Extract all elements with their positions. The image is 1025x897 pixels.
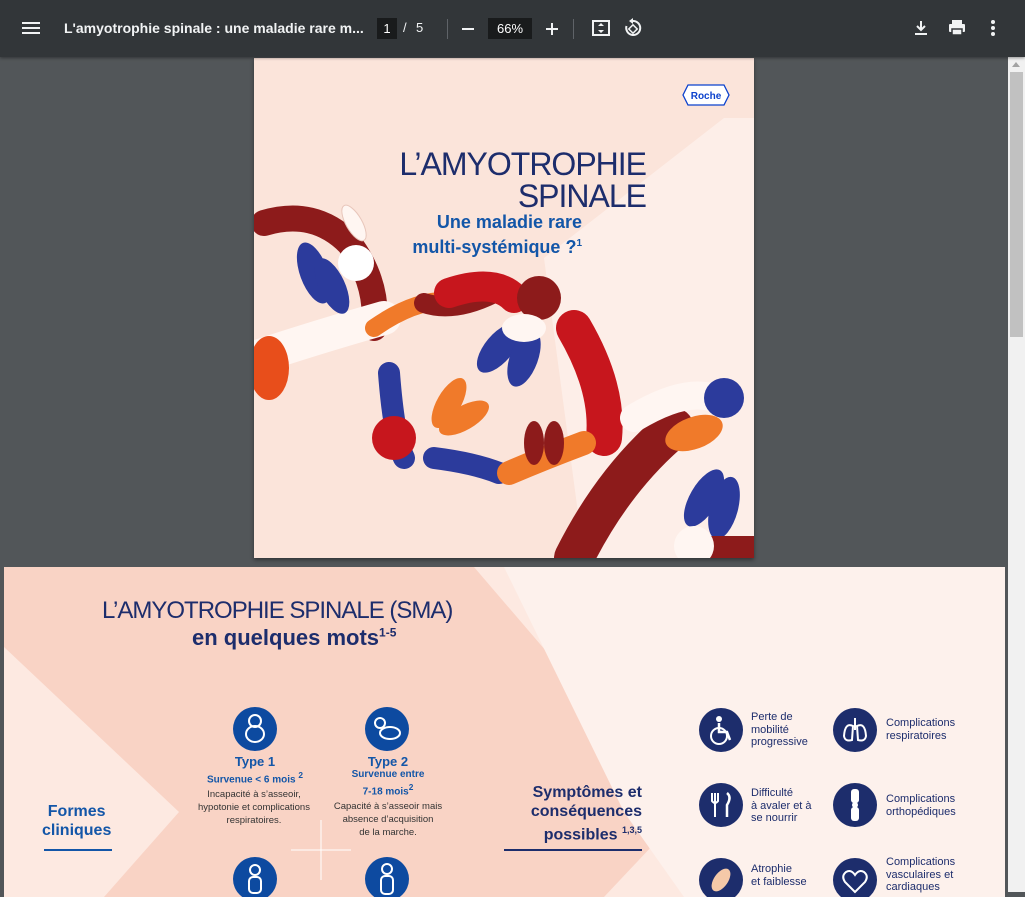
fork-knife-icon — [699, 783, 743, 827]
symptomes-underline — [504, 849, 642, 851]
symptom-orthopedic-l1: Complications — [886, 793, 956, 805]
crawling-baby-icon — [365, 707, 409, 751]
document-title: L'amyotrophie spinale : une maladie rare… — [64, 20, 364, 36]
symptom-mobility-l2: mobilité — [751, 723, 789, 736]
type2-onset-line1: Survenue entre — [351, 769, 425, 780]
child-icon — [233, 857, 277, 897]
symptomes-line2: conséquences — [530, 803, 642, 820]
symptom-atrophy-l1: Atrophie — [751, 863, 792, 875]
minus-icon — [462, 28, 474, 30]
type2-onset-ref: 2 — [408, 782, 414, 792]
pdf-page-2: L’AMYOTROPHIE SPINALE (SMA) en quelques … — [4, 567, 1005, 897]
wheelchair-icon — [699, 708, 743, 752]
type2-onset: Survenue entre 7-18 mois2 — [334, 769, 442, 798]
menu-icon[interactable] — [22, 19, 42, 39]
symptomes-line3: possibles — [543, 826, 618, 844]
zoom-in-button[interactable] — [541, 18, 563, 40]
fit-page-button[interactable] — [590, 17, 612, 39]
page-number-input[interactable]: 1 — [377, 18, 397, 39]
people-chain-illustration — [254, 204, 754, 558]
formes-line1: Formes — [47, 803, 106, 820]
symptom-swallowing-l2: à avaler et à — [751, 799, 812, 812]
symptomes-ref: 1,3,5 — [621, 825, 642, 835]
more-vert-icon — [991, 20, 995, 36]
fit-page-icon — [592, 20, 610, 36]
download-icon — [915, 21, 927, 35]
formes-underline — [44, 849, 112, 851]
print-icon — [949, 20, 965, 36]
pdf-toolbar: L'amyotrophie spinale : une maladie rare… — [0, 0, 1025, 57]
download-button[interactable] — [910, 17, 932, 39]
rotate-icon — [625, 18, 642, 36]
symptomes-line1: Symptômes et — [532, 784, 642, 801]
toolbar-divider — [447, 19, 448, 39]
lungs-icon — [833, 708, 877, 752]
symptom-orthopedic-l2: orthopédiques — [886, 805, 956, 818]
formes-cliniques-heading: Formes cliniques — [42, 802, 111, 840]
zoom-input[interactable]: 66% — [488, 18, 532, 39]
page2-subtitle-ref: 1-5 — [379, 625, 397, 640]
print-button[interactable] — [946, 17, 968, 39]
heart-icon — [833, 858, 877, 897]
page2-subtitle-text: en quelques mots — [192, 625, 380, 650]
type1-onset: Survenue < 6 mois 2 — [199, 769, 311, 786]
symptom-swallowing: Difficulté à avaler et à se nourrir — [751, 787, 812, 825]
type1-title: Type 1 — [234, 754, 276, 769]
sparkle-decoration — [291, 820, 351, 880]
type1-desc-line2: hypotonie et complications — [198, 802, 310, 813]
rotate-button[interactable] — [622, 17, 644, 39]
type2-desc-line1: Capacité à s’asseoir mais — [333, 801, 443, 812]
symptom-respiratory-l1: Complications — [886, 717, 956, 729]
symptom-atrophy: Atrophie et faiblesse — [751, 863, 807, 888]
scrollbar-thumb[interactable] — [1010, 72, 1023, 337]
symptom-respiratory-l2: respiratoires — [886, 729, 947, 742]
type2-onset-line2: 7-18 mois — [362, 786, 409, 798]
symptom-respiratory: Complications respiratoires — [886, 717, 955, 742]
page-separator: / — [403, 20, 407, 35]
adult-icon — [365, 857, 409, 897]
type1-onset-ref: 2 — [298, 770, 304, 780]
symptom-swallowing-l3: se nourrir — [751, 812, 798, 824]
symptomes-heading: Symptômes et conséquences possibles 1,3,… — [504, 783, 642, 844]
scroll-up-arrow-icon[interactable] — [1012, 62, 1020, 67]
baby-icon — [233, 707, 277, 751]
type1-desc-line1: Incapacité à s’asseoir, — [207, 789, 301, 800]
page2-subtitle: en quelques mots1-5 — [192, 625, 396, 651]
symptom-cardiac-l1: Complications — [886, 856, 956, 868]
page2-title: L’AMYOTROPHIE SPINALE (SMA) — [102, 597, 453, 624]
symptom-atrophy-l2: et faiblesse — [751, 875, 807, 888]
type1-onset-text: Survenue < 6 mois — [206, 774, 296, 786]
symptom-cardiac-l2: vasculaires et — [886, 868, 954, 881]
zoom-out-button[interactable] — [457, 18, 479, 40]
symptom-mobility-l3: progressive — [751, 736, 808, 748]
symptom-swallowing-l1: Difficulté — [751, 787, 793, 799]
more-options-button[interactable] — [982, 17, 1004, 39]
symptom-mobility-l1: Perte de — [751, 711, 793, 723]
toolbar-divider — [573, 19, 574, 39]
plus-icon — [546, 23, 558, 35]
type2-title: Type 2 — [367, 754, 409, 769]
symptom-cardiac: Complications vasculaires et cardiaques — [886, 856, 955, 894]
formes-line2: cliniques — [42, 822, 112, 839]
symptom-mobility: Perte de mobilité progressive — [751, 711, 808, 749]
muscle-icon — [699, 858, 743, 897]
bone-joint-icon — [833, 783, 877, 827]
symptom-orthopedic: Complications orthopédiques — [886, 793, 956, 818]
page-total: 5 — [416, 20, 424, 35]
pdf-page-1: Roche L’AMYOTROPHIE SPINALE Une maladie … — [254, 58, 754, 558]
